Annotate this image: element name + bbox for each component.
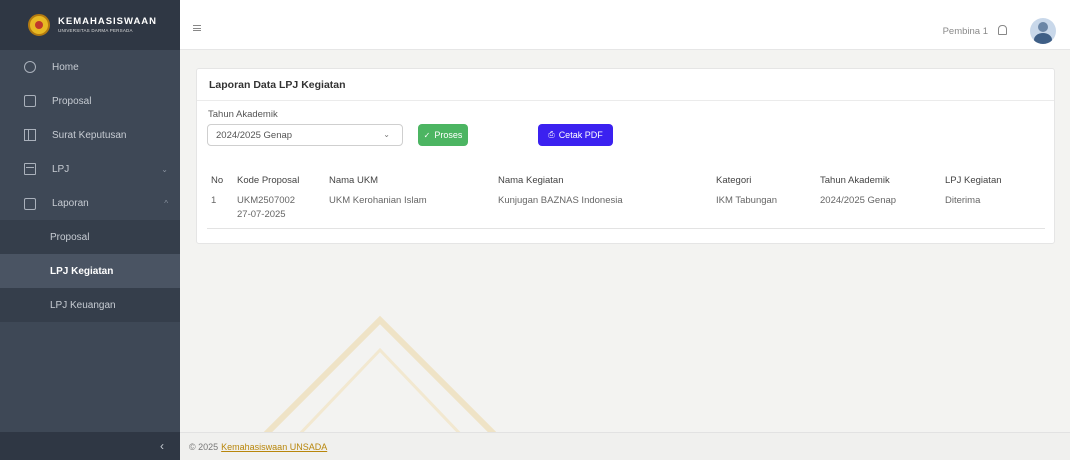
sidebar-item-proposal[interactable]: Proposal (0, 84, 180, 118)
select-value: 2024/2025 Genap (216, 129, 293, 141)
sidebar-item-label: Laporan (52, 197, 89, 209)
page-footer: © 2025 Kemahasiswaan UNSADA (180, 432, 1070, 460)
printer-icon: ⎙ (548, 130, 555, 139)
sidebar-item-home[interactable]: Home (0, 50, 180, 84)
column-header: LPJ Kegiatan (945, 174, 1002, 186)
sidebar-collapse-button[interactable]: ‹ (0, 432, 180, 460)
cell-kegiatan: Kunjugan BAZNAS Indonesia (494, 190, 712, 229)
brand[interactable]: KEMAHASISWAAN UNIVERSITAS DARMA PERSADA (0, 0, 180, 50)
avatar[interactable] (1030, 18, 1056, 44)
sidebar-item-lpj[interactable]: LPJ ⌄ (0, 152, 180, 186)
cell-tahun: 2024/2025 Genap (816, 190, 941, 229)
lpj-table: No Kode Proposal Nama UKM Nama Kegiatan … (207, 170, 1045, 229)
document-icon (24, 95, 36, 107)
sidebar-nav: Home Proposal Surat Keputusan LPJ ⌄ Lapo… (0, 50, 180, 220)
tahun-akademik-select[interactable]: 2024/2025 Genap ⌄ (207, 124, 403, 146)
submenu-item-lpj-kegiatan[interactable]: LPJ Kegiatan (0, 254, 180, 288)
cetak-pdf-button-label: Cetak PDF (558, 130, 603, 140)
tanggal-proposal: 27-07-2025 (237, 209, 286, 220)
cell-kategori: IKM Tabungan (712, 190, 816, 229)
book-icon (24, 163, 36, 175)
table-header-row: No Kode Proposal Nama UKM Nama Kegiatan … (207, 170, 1045, 190)
chevron-down-icon: ⌄ (161, 164, 168, 174)
sidebar-item-label: Surat Keputusan (52, 129, 127, 141)
sidebar-item-label: LPJ (52, 163, 70, 175)
brand-title: KEMAHASISWAAN (58, 16, 158, 27)
card-title: Laporan Data LPJ Kegiatan (197, 69, 1054, 101)
bell-icon[interactable] (998, 25, 1007, 35)
laporan-submenu: Proposal LPJ Kegiatan LPJ Keuangan (0, 220, 180, 322)
tahun-akademik-label: Tahun Akademik (208, 109, 278, 120)
sidebar: KEMAHASISWAAN UNIVERSITAS DARMA PERSADA … (0, 0, 180, 460)
submenu-item-lpj-keuangan[interactable]: LPJ Keuangan (0, 288, 180, 322)
cell-no: 1 (207, 190, 233, 229)
cell-status: Diterima (941, 190, 1045, 229)
proses-button[interactable]: ✓ Proses (418, 124, 468, 146)
sidebar-item-label: Home (52, 61, 79, 73)
submenu-item-proposal[interactable]: Proposal (0, 220, 180, 254)
column-header: Nama UKM (329, 174, 379, 186)
chevron-left-icon: ‹ (160, 439, 164, 453)
home-icon (24, 61, 36, 73)
chevron-up-icon: ^ (164, 198, 168, 208)
proses-button-label: Proses (434, 130, 463, 140)
top-header: Pembina 1 (180, 0, 1070, 50)
column-header: Kode Proposal (237, 174, 300, 186)
sidebar-item-surat-keputusan[interactable]: Surat Keputusan (0, 118, 180, 152)
brand-subtitle: UNIVERSITAS DARMA PERSADA (58, 27, 133, 33)
sidebar-item-label: Proposal (52, 95, 92, 107)
menu-toggle-icon[interactable] (193, 25, 201, 31)
cetak-pdf-button[interactable]: ⎙ Cetak PDF (538, 124, 613, 146)
kode-proposal: UKM2507002 (237, 195, 296, 206)
copyright-text: © 2025 (189, 441, 219, 452)
sidebar-item-laporan[interactable]: Laporan ^ (0, 186, 180, 220)
user-name[interactable]: Pembina 1 (943, 26, 988, 37)
check-icon: ✓ (423, 130, 431, 140)
print-icon (24, 198, 36, 210)
university-logo-icon (28, 14, 50, 36)
table-row: 1 UKM2507002 27-07-2025 UKM Kerohanian I… (207, 190, 1045, 229)
footer-link[interactable]: Kemahasiswaan UNSADA (221, 442, 327, 452)
report-card: Laporan Data LPJ Kegiatan Tahun Akademik… (196, 68, 1055, 244)
column-header: Tahun Akademik (820, 174, 890, 186)
grid-icon (24, 129, 36, 141)
column-header: No (211, 174, 224, 186)
cell-ukm: UKM Kerohanian Islam (325, 190, 494, 229)
cell-kode: UKM2507002 27-07-2025 (233, 190, 325, 229)
chevron-down-icon: ⌄ (383, 130, 390, 139)
column-header: Kategori (716, 174, 752, 186)
column-header: Nama Kegiatan (498, 174, 564, 186)
